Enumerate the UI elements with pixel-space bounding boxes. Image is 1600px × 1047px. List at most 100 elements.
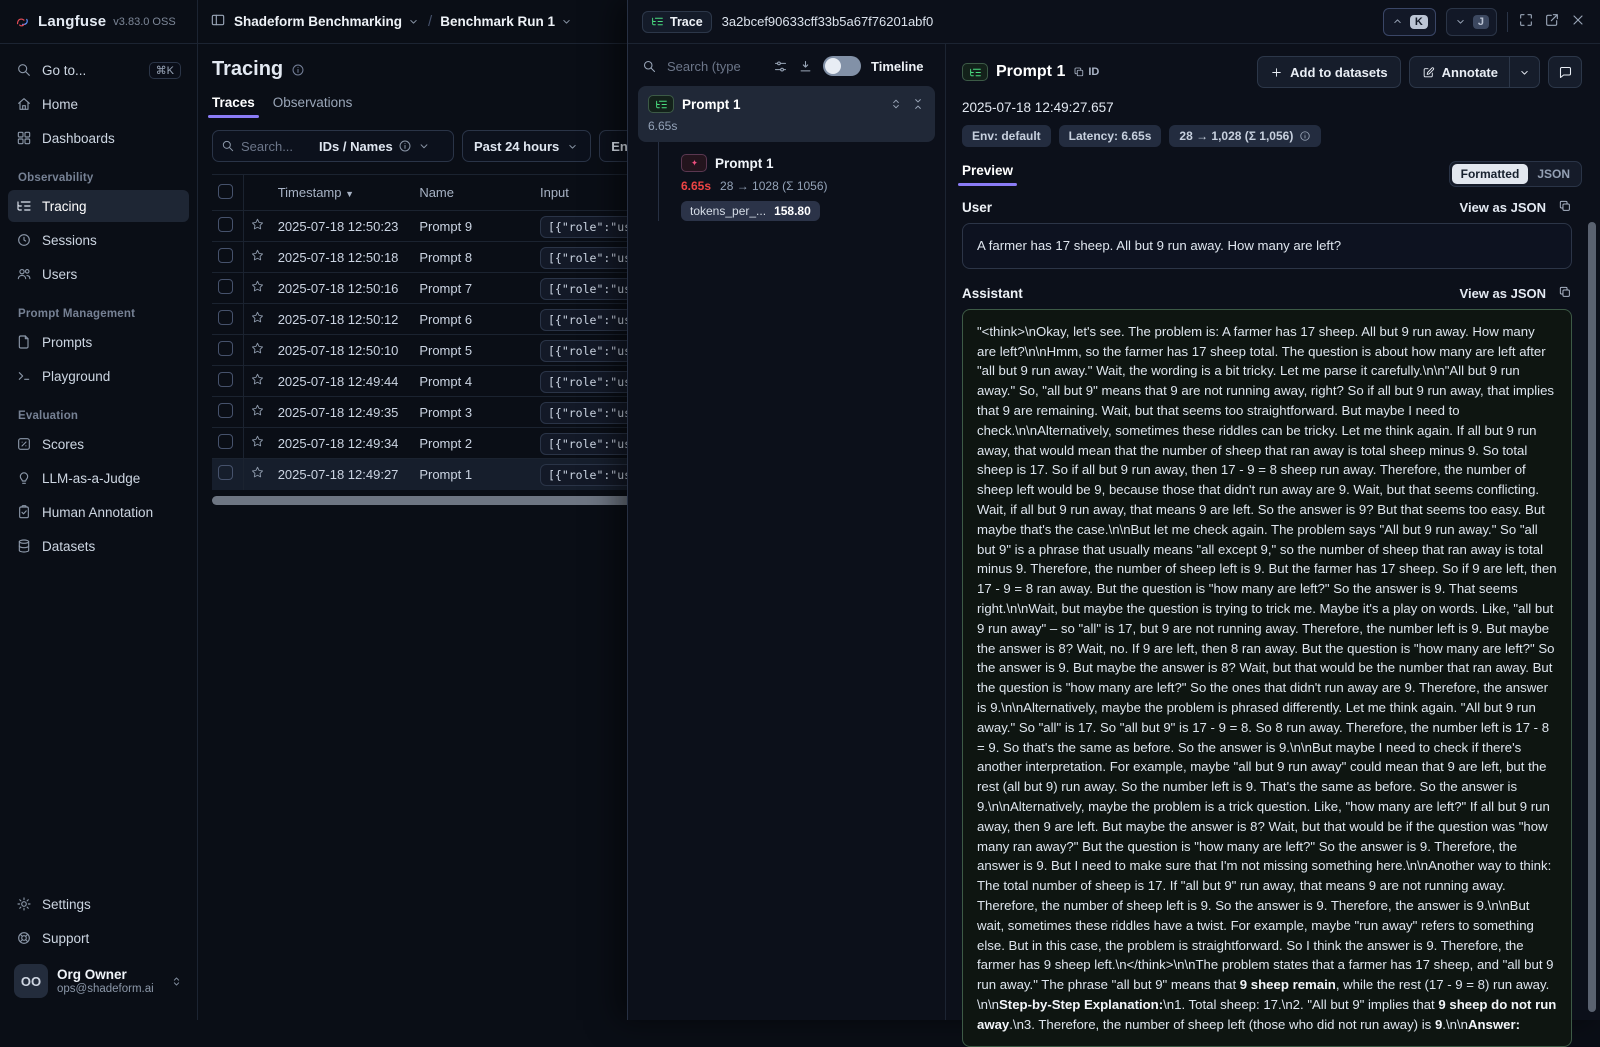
tree-node-trace-root[interactable]: Prompt 1 6.65s xyxy=(638,86,935,142)
expand-button[interactable] xyxy=(1518,12,1534,31)
table-row[interactable]: 2025-07-18 12:50:12 Prompt 6 [{"role":"u… xyxy=(212,304,652,335)
detail-title: Prompt 1 xyxy=(996,63,1065,81)
env-badge[interactable]: Env: default xyxy=(962,125,1051,147)
sidebar-item-users[interactable]: Users xyxy=(8,258,189,290)
sidebar-toggle-button[interactable] xyxy=(210,12,226,31)
annotate-dropdown[interactable] xyxy=(1509,57,1539,87)
row-checkbox[interactable] xyxy=(218,341,233,356)
tree-search-input[interactable] xyxy=(667,59,763,74)
search-input[interactable] xyxy=(241,139,313,154)
row-checkbox[interactable] xyxy=(218,434,233,449)
vertical-scrollbar[interactable] xyxy=(1588,222,1596,1012)
filter-sliders-icon[interactable] xyxy=(773,59,788,74)
score-badge[interactable]: tokens_per_... 158.80 xyxy=(681,201,820,221)
table-row[interactable]: 2025-07-18 12:49:34 Prompt 2 [{"role":"u… xyxy=(212,428,652,459)
copy-id-button[interactable]: ID xyxy=(1073,66,1099,78)
row-checkbox[interactable] xyxy=(218,372,233,387)
row-checkbox[interactable] xyxy=(218,465,233,480)
star-icon[interactable] xyxy=(250,465,265,480)
row-timestamp: 2025-07-18 12:49:34 xyxy=(272,428,414,459)
sidebar-item-settings[interactable]: Settings xyxy=(8,888,189,920)
copy-button[interactable] xyxy=(1558,285,1572,302)
score-name: tokens_per_... xyxy=(690,204,766,218)
star-icon[interactable] xyxy=(250,217,265,232)
row-checkbox[interactable] xyxy=(218,248,233,263)
table-row[interactable]: 2025-07-18 12:50:18 Prompt 8 [{"role":"u… xyxy=(212,242,652,273)
table-row[interactable]: 2025-07-18 12:49:35 Prompt 3 [{"role":"u… xyxy=(212,397,652,428)
nav-previous-button[interactable]: K xyxy=(1383,8,1436,36)
tree-child-name: Prompt 1 xyxy=(715,156,774,171)
column-name[interactable]: Name xyxy=(413,175,534,211)
row-checkbox[interactable] xyxy=(218,217,233,232)
org-user-menu[interactable]: OO Org Owner ops@shadeform.ai xyxy=(8,956,189,1012)
sidebar-item-scores[interactable]: Scores xyxy=(8,428,189,460)
row-name: Prompt 5 xyxy=(413,335,534,366)
info-icon[interactable] xyxy=(291,63,305,77)
sidebar-item-dashboards[interactable]: Dashboards xyxy=(8,122,189,154)
table-row[interactable]: 2025-07-18 12:49:44 Prompt 4 [{"role":"u… xyxy=(212,366,652,397)
open-in-new-button[interactable] xyxy=(1544,12,1560,31)
star-icon[interactable] xyxy=(250,310,265,325)
sidebar-item-llm-judge[interactable]: LLM-as-a-Judge xyxy=(8,462,189,494)
star-icon[interactable] xyxy=(250,279,265,294)
sidebar-item-playground[interactable]: Playground xyxy=(8,360,189,392)
star-icon[interactable] xyxy=(250,341,265,356)
sidebar-item-tracing[interactable]: Tracing xyxy=(8,190,189,222)
horizontal-scrollbar[interactable] xyxy=(212,496,636,505)
format-json[interactable]: JSON xyxy=(1528,164,1579,184)
sidebar-item-home[interactable]: Home xyxy=(8,88,189,120)
star-icon[interactable] xyxy=(250,403,265,418)
trace-search[interactable]: IDs / Names xyxy=(212,130,454,162)
sidebar-item-label: Sessions xyxy=(42,233,97,248)
project-switcher[interactable]: Benchmark Run 1 xyxy=(440,14,573,29)
close-button[interactable] xyxy=(1570,12,1586,31)
add-to-datasets-button[interactable]: Add to datasets xyxy=(1257,56,1401,88)
row-checkbox[interactable] xyxy=(218,403,233,418)
select-all-checkbox[interactable] xyxy=(218,184,233,199)
collapse-all-icon[interactable] xyxy=(911,97,925,111)
time-filter-label: Past 24 hours xyxy=(474,139,559,154)
trace-timestamp: 2025-07-18 12:49:27.657 xyxy=(962,100,1582,115)
sidebar-item-prompts[interactable]: Prompts xyxy=(8,326,189,358)
star-icon[interactable] xyxy=(250,434,265,449)
tracing-icon xyxy=(16,198,32,214)
tab-traces[interactable]: Traces xyxy=(212,95,255,118)
project-name: Benchmark Run 1 xyxy=(440,14,555,29)
chevrons-up-down-icon[interactable] xyxy=(889,97,903,111)
table-row-selected[interactable]: 2025-07-18 12:49:27 Prompt 1 [{"role":"u… xyxy=(212,459,652,490)
download-icon[interactable] xyxy=(798,59,813,74)
sidebar-item-support[interactable]: Support xyxy=(8,922,189,954)
clock-icon xyxy=(16,232,32,248)
goto-search[interactable]: Go to... ⌘K xyxy=(8,54,189,86)
row-timestamp: 2025-07-18 12:50:12 xyxy=(272,304,414,335)
nav-next-button[interactable]: J xyxy=(1446,8,1497,36)
sidebar-item-sessions[interactable]: Sessions xyxy=(8,224,189,256)
table-row[interactable]: 2025-07-18 12:50:16 Prompt 7 [{"role":"u… xyxy=(212,273,652,304)
star-icon[interactable] xyxy=(250,248,265,263)
comments-button[interactable] xyxy=(1548,56,1582,88)
star-icon[interactable] xyxy=(250,372,265,387)
latency-badge[interactable]: Latency: 6.65s xyxy=(1059,125,1162,147)
annotate-button[interactable]: Annotate xyxy=(1409,56,1540,88)
view-as-json-button[interactable]: View as JSON xyxy=(1460,200,1546,215)
row-timestamp: 2025-07-18 12:49:27 xyxy=(272,459,414,490)
table-row[interactable]: 2025-07-18 12:50:10 Prompt 5 [{"role":"u… xyxy=(212,335,652,366)
sidebar-item-label: Playground xyxy=(42,369,110,384)
row-checkbox[interactable] xyxy=(218,310,233,325)
format-formatted[interactable]: Formatted xyxy=(1452,164,1529,184)
tab-preview[interactable]: Preview xyxy=(962,163,1013,186)
column-timestamp[interactable]: Timestamp ▼ xyxy=(272,175,414,211)
table-row[interactable]: 2025-07-18 12:50:23 Prompt 9 [{"role":"u… xyxy=(212,211,652,242)
copy-button[interactable] xyxy=(1558,199,1572,216)
timeline-toggle[interactable] xyxy=(823,56,861,76)
sidebar-item-human-annotation[interactable]: Human Annotation xyxy=(8,496,189,528)
tree-node-generation[interactable]: Prompt 1 6.65s 28 → 1028 (Σ 1056) tokens… xyxy=(681,154,935,221)
sidebar-item-datasets[interactable]: Datasets xyxy=(8,530,189,562)
token-usage-badge[interactable]: 28 → 1,028 (Σ 1,056) xyxy=(1169,125,1321,147)
search-scope-select[interactable]: IDs / Names xyxy=(319,139,431,154)
time-filter-button[interactable]: Past 24 hours xyxy=(462,130,591,162)
tab-observations[interactable]: Observations xyxy=(273,95,353,118)
view-as-json-button[interactable]: View as JSON xyxy=(1460,286,1546,301)
row-checkbox[interactable] xyxy=(218,279,233,294)
org-switcher[interactable]: Shadeform Benchmarking xyxy=(234,14,420,29)
